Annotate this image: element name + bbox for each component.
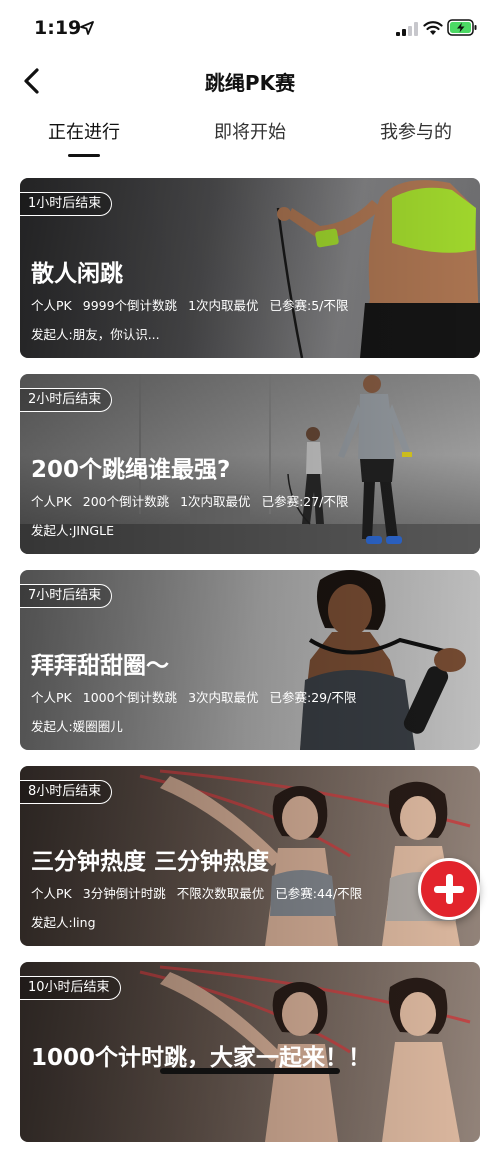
card-title: 1000个计时跳，大家一起来！！ xyxy=(31,1045,372,1071)
jump-count: 3分钟倒计时跳 xyxy=(82,886,166,901)
attempt-rule: 3次内取最优 xyxy=(188,690,259,705)
pk-mode: 个人PK xyxy=(31,690,72,705)
card-meta: 个人PK 3分钟倒计时跳 不限次数取最优 已参赛:44/不限 xyxy=(31,883,373,902)
time-remaining-badge: 8小时后结束 xyxy=(20,780,113,804)
competition-card[interactable]: 10小时后结束 1000个计时跳，大家一起来！！ xyxy=(20,962,480,1142)
card-title: 200个跳绳谁最强? xyxy=(31,457,231,483)
tab-label: 正在进行 xyxy=(48,122,120,143)
time-remaining-badge: 2小时后结束 xyxy=(20,388,113,412)
page-title: 跳绳PK赛 xyxy=(204,71,296,95)
time-remaining-badge: 7小时后结束 xyxy=(20,584,113,608)
time-remaining-badge: 10小时后结束 xyxy=(20,976,121,1000)
pk-mode: 个人PK xyxy=(31,298,72,313)
create-competition-button[interactable] xyxy=(418,858,480,920)
plus-icon xyxy=(445,874,453,904)
participants: 已参赛:5/不限 xyxy=(269,298,349,313)
battery-charging-icon xyxy=(447,19,477,36)
competition-card[interactable]: 7小时后结束 拜拜甜甜圈～ 个人PK 1000个倒计数跳 3次内取最优 已参赛:29/… xyxy=(20,570,480,750)
active-tab-indicator xyxy=(68,154,100,157)
card-creator: 发起人:ling xyxy=(31,915,96,930)
card-title: 散人闲跳 xyxy=(31,261,123,287)
card-title: 拜拜甜甜圈～ xyxy=(31,653,169,679)
participants: 已参赛:27/不限 xyxy=(261,494,349,509)
attempt-rule: 1次内取最优 xyxy=(180,494,251,509)
card-creator: 发起人:媛圈圈儿 xyxy=(31,719,123,734)
card-creator: 发起人:朋友，你认识... xyxy=(31,327,160,342)
attempt-rule: 1次内取最优 xyxy=(188,298,259,313)
card-meta: 个人PK 1000个倒计数跳 3次内取最优 已参赛:29/不限 xyxy=(31,687,367,706)
status-bar: 1:19 xyxy=(0,0,500,58)
jump-count: 9999个倒计数跳 xyxy=(82,298,178,313)
nav-bar: 跳绳PK赛 xyxy=(0,58,500,104)
status-time: 1:19 xyxy=(34,17,82,39)
pk-mode: 个人PK xyxy=(31,886,72,901)
card-creator: 发起人:JINGLE xyxy=(31,523,114,538)
participants: 已参赛:29/不限 xyxy=(269,690,357,705)
home-indicator xyxy=(160,1068,340,1074)
wifi-icon xyxy=(423,21,443,35)
time-remaining-badge: 1小时后结束 xyxy=(20,192,113,216)
attempt-rule: 不限次数取最优 xyxy=(176,886,265,901)
card-meta xyxy=(31,1079,75,1094)
tab-label: 我参与的 xyxy=(380,122,452,143)
competition-card[interactable]: 2小时后结束 200个跳绳谁最强? 个人PK 200个倒计数跳 1次内取最优 已参赛:… xyxy=(20,374,480,554)
tab-upcoming[interactable]: 即将开始 xyxy=(170,118,330,144)
pk-mode: 个人PK xyxy=(31,494,72,509)
card-meta: 个人PK 9999个倒计数跳 1次内取最优 已参赛:5/不限 xyxy=(31,295,359,314)
participants: 已参赛:44/不限 xyxy=(275,886,363,901)
jump-count: 1000个倒计数跳 xyxy=(82,690,178,705)
tab-label: 即将开始 xyxy=(214,122,286,143)
jump-count: 200个倒计数跳 xyxy=(82,494,170,509)
tab-bar: 正在进行 即将开始 我参与的 xyxy=(0,118,500,162)
competition-card[interactable]: 1小时后结束 散人闲跳 个人PK 9999个倒计数跳 1次内取最优 已参赛:5/不限 … xyxy=(20,178,480,358)
competition-list: 1小时后结束 散人闲跳 个人PK 9999个倒计数跳 1次内取最优 已参赛:5/不限 … xyxy=(20,178,480,1158)
tab-ongoing[interactable]: 正在进行 xyxy=(4,118,164,157)
card-meta: 个人PK 200个倒计数跳 1次内取最优 已参赛:27/不限 xyxy=(31,491,359,510)
competition-card[interactable]: 8小时后结束 三分钟热度 三分钟热度 个人PK 3分钟倒计时跳 不限次数取最优 已参赛… xyxy=(20,766,480,946)
tab-joined[interactable]: 我参与的 xyxy=(336,118,496,144)
card-title: 三分钟热度 三分钟热度 xyxy=(31,849,270,875)
signal-icon xyxy=(396,22,418,36)
location-arrow-icon xyxy=(80,21,94,35)
